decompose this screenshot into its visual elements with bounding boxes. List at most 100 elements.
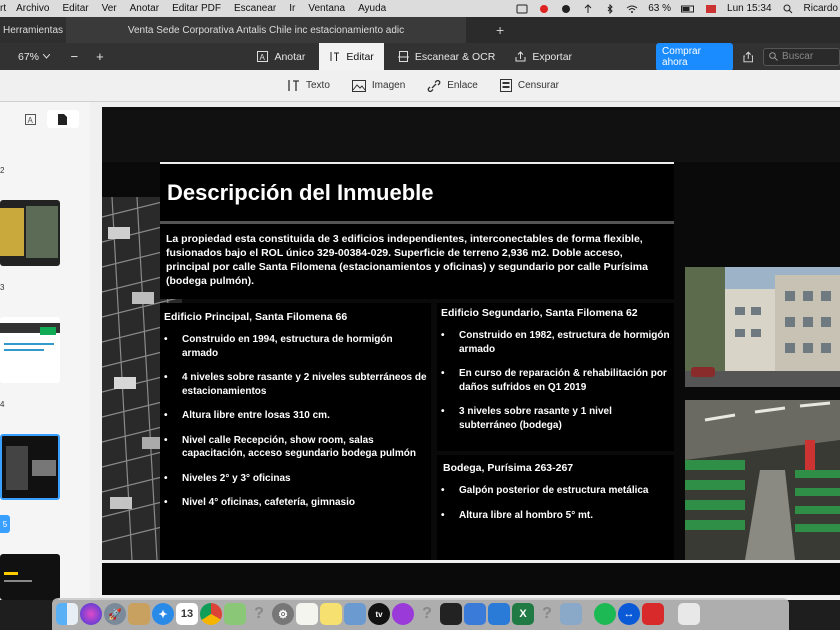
finder-icon[interactable] [56,603,78,625]
section-heading: Edificio Principal, Santa Filomena 66 [164,311,348,323]
search-input[interactable]: Buscar [763,47,840,66]
upload-icon[interactable] [582,3,594,14]
annotate-icon: A [257,51,269,62]
annotate-icon: A [24,113,36,125]
pdf-expert-icon[interactable] [642,603,664,625]
tab-label: Exportar [532,50,573,63]
redact-tool-button[interactable]: Censurar [499,79,559,92]
tool-label: Censurar [517,80,559,91]
buy-now-button[interactable]: Comprar ahora [656,42,733,71]
page-thumbnail-2[interactable] [0,200,60,266]
flag-icon[interactable] [705,4,717,14]
notes-icon[interactable] [128,603,150,625]
list-item: Construido en 1994, estructura de hormig… [164,333,427,360]
safari-icon[interactable]: ✦ [152,603,174,625]
trash-icon[interactable] [678,603,700,625]
image-tool-button[interactable]: Imagen [351,79,405,92]
textedit-icon[interactable] [296,603,318,625]
zoom-value: 67% [18,50,40,63]
chrome-icon[interactable] [200,603,222,625]
list-item: Niveles 2° y 3° oficinas [164,472,427,486]
menu-editar[interactable]: Editar [62,3,88,14]
slide-title-box: Descripción del Inmueble [160,162,674,221]
podcasts-icon[interactable] [392,603,414,625]
page-thumbnails-sidebar: A 2 3 4 5 [0,102,90,600]
terminal-icon[interactable] [440,603,462,625]
share-icon[interactable] [742,51,754,63]
menu-anotar[interactable]: Anotar [130,3,159,14]
siri-icon[interactable] [80,603,102,625]
annotations-view-button[interactable]: A [14,110,47,128]
preview-icon[interactable] [344,603,366,625]
bullet-list: Galpón posterior de estructura metálica … [437,484,674,522]
status-tray-icon[interactable] [516,4,528,14]
excel-icon[interactable]: X [512,603,534,625]
tab-herramientas[interactable]: Herramientas [0,17,66,43]
tab-editar[interactable]: Editar [319,43,384,70]
tool-label: Enlace [447,80,478,91]
text-tool-button[interactable]: Texto [287,79,330,92]
battery-icon[interactable] [681,4,695,14]
bluetooth-icon[interactable] [604,3,616,14]
wifi-icon[interactable] [626,4,638,14]
page-thumbnail-3[interactable] [0,317,60,383]
building-exterior-photo [685,267,840,387]
maps-icon[interactable] [224,603,246,625]
list-item: Nivel calle Recepción, show room, salas … [164,434,427,461]
document-tabbar: Herramientas Venta Sede Corporativa Anta… [0,17,840,43]
add-tab-button[interactable]: + [496,22,504,38]
user-name[interactable]: Ricardo [804,3,838,14]
section-heading: Bodega, Purísima 263-267 [443,462,574,474]
menu-editar-pdf[interactable]: Editar PDF [172,3,221,14]
calendar-day: 13 [180,608,194,620]
tool-label: Texto [306,80,330,91]
calendar-icon[interactable]: 13 [176,603,198,625]
appletv-icon[interactable]: tv [368,603,390,625]
menu-ir[interactable]: Ir [289,3,295,14]
preview-icon[interactable] [560,603,582,625]
page-thumbnail-5[interactable] [0,554,60,600]
pdf-page: Descripción del Inmueble La propiedad es… [102,107,840,560]
menu-ver[interactable]: Ver [102,3,117,14]
intro-paragraph: La propiedad esta constituida de 3 edifi… [166,233,648,287]
creative-cloud-icon[interactable] [538,4,550,14]
zoom-out-button[interactable]: − [71,49,79,64]
keynote-icon[interactable] [488,603,510,625]
teamviewer-icon[interactable]: ↔ [618,603,640,625]
edificio-segundario-box: Edificio Segundario, Santa Filomena 62 C… [437,303,674,451]
system-preferences-icon[interactable]: ⚙ [272,603,294,625]
menu-ventana[interactable]: Ventana [308,3,345,14]
warehouse-interior-photo [685,400,840,560]
menu-escanear[interactable]: Escanear [234,3,276,14]
image-icon [351,79,366,92]
search-icon[interactable] [782,4,794,14]
menu-ayuda[interactable]: Ayuda [358,3,386,14]
launchpad-icon[interactable]: 🚀 [104,603,126,625]
page-thumbnail-4-selected[interactable] [0,434,60,500]
tab-document[interactable]: Venta Sede Corporativa Antalis Chile inc… [66,17,466,43]
tab-escanear-ocr[interactable]: Escanear & OCR [388,43,506,70]
section-heading: Edificio Segundario, Santa Filomena 62 [441,307,638,319]
svg-text:A: A [260,53,266,62]
help-icon[interactable]: ? [416,603,438,625]
thumbnails-view-button[interactable] [46,110,79,128]
tab-label: Herramientas [3,24,64,36]
list-item: 3 niveles sobre rasante y 1 nivel subter… [441,405,670,432]
menu-archivo[interactable]: Archivo [16,3,49,14]
menu-app[interactable]: rt [0,3,6,14]
page-number: 3 [0,283,5,292]
help-icon[interactable]: ? [248,603,270,625]
zoom-in-button[interactable]: + [96,49,104,64]
stickies-icon[interactable] [320,603,342,625]
chevron-down-icon [43,54,51,59]
tab-exportar[interactable]: Exportar [505,43,582,70]
tab-anotar[interactable]: A Anotar [247,43,315,70]
spotify-icon[interactable] [594,603,616,625]
record-icon[interactable] [560,4,572,14]
zoom-select[interactable]: 67% [18,51,53,63]
tab-label: Anotar [274,50,306,63]
help-icon[interactable]: ? [536,603,558,625]
link-tool-button[interactable]: Enlace [427,79,478,92]
clock[interactable]: Lun 15:34 [727,3,772,14]
scanner-icon[interactable] [464,603,486,625]
